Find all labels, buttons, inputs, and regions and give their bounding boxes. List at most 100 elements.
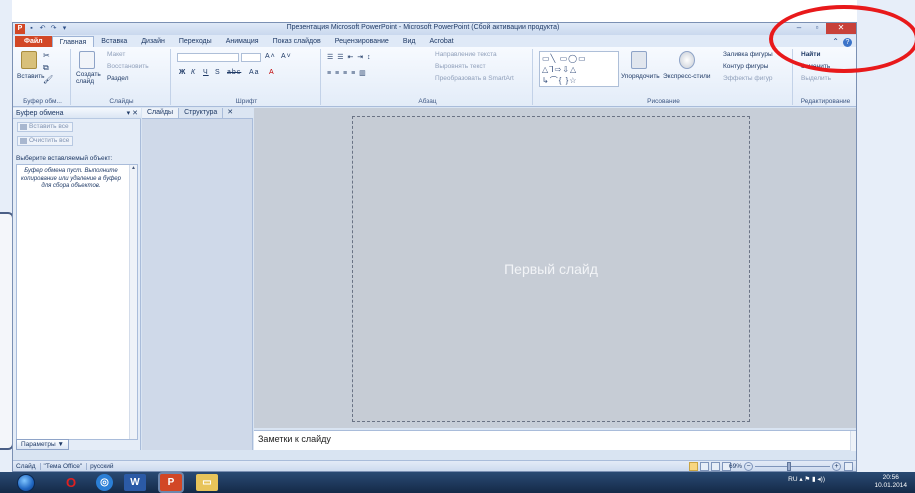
- status-slide: Слайд: [16, 463, 41, 470]
- shapes-gallery[interactable]: ▭╲ ▭◯▭ △⅂⇨⇩△ ↳⌒{ }☆: [539, 51, 619, 87]
- tab-animations[interactable]: Анимация: [219, 36, 266, 47]
- zoom-out-button[interactable]: −: [744, 462, 753, 471]
- powerpoint-app-icon[interactable]: P: [15, 24, 25, 34]
- font-size-down-button[interactable]: A˅: [281, 53, 292, 60]
- copy-icon[interactable]: ⧉: [43, 63, 49, 73]
- clipboard-scrollbar[interactable]: ▲: [129, 165, 137, 439]
- tab-insert[interactable]: Вставка: [94, 36, 134, 47]
- clear-all-button[interactable]: Очистить все: [17, 136, 74, 146]
- arrange-button[interactable]: Упорядочить: [621, 73, 660, 80]
- bullets-icon[interactable]: ☰ ☰ ⇤ ⇥ ↕: [327, 53, 372, 61]
- status-bar: Слайд "Тема Office" русский 69% − +: [13, 460, 856, 471]
- text-direction-button[interactable]: Направление текста: [435, 51, 497, 58]
- start-button[interactable]: [17, 474, 35, 492]
- paste-icon[interactable]: [21, 51, 37, 69]
- group-drawing: ▭╲ ▭◯▭ △⅂⇨⇩△ ↳⌒{ }☆ Упорядочить Экспресс-с…: [535, 49, 793, 105]
- paste-all-button[interactable]: Вставить все: [17, 122, 73, 132]
- clock[interactable]: 20:56 10.01.2014: [874, 474, 907, 490]
- tab-outline[interactable]: Структура: [179, 108, 224, 118]
- title-bar: P ▪ ↶ ↷ ▾ Презентация Microsoft PowerPoi…: [13, 23, 856, 35]
- shape-outline-button[interactable]: Контур фигуры: [723, 63, 768, 70]
- fit-slide-button[interactable]: [844, 462, 853, 471]
- font-size-up-button[interactable]: A˄: [265, 53, 276, 60]
- tab-design[interactable]: Дизайн: [134, 36, 172, 47]
- layout-button[interactable]: Макет: [107, 51, 125, 58]
- clear-all-label: Очистить все: [29, 137, 70, 144]
- bold-button[interactable]: Ж: [179, 69, 186, 76]
- slide-title-text[interactable]: Первый слайд: [353, 261, 749, 277]
- shape-fill-button[interactable]: Заливка фигуры: [723, 51, 773, 58]
- cut-icon[interactable]: ✂: [43, 51, 50, 60]
- system-tray: RU ▴ ⚑ ▮ ◂)): [788, 476, 825, 483]
- shape-effects-button[interactable]: Эффекты фигур: [723, 75, 773, 82]
- group-clipboard-label[interactable]: Буфер обм...: [15, 98, 70, 105]
- reading-view-button[interactable]: [711, 462, 720, 471]
- align-icons[interactable]: ≡ ≡ ≡ ≡ ▥: [327, 69, 367, 77]
- save-icon[interactable]: ▪: [27, 24, 36, 33]
- status-theme[interactable]: "Тема Office": [43, 463, 88, 470]
- powerpoint-taskbar-icon[interactable]: P: [160, 474, 182, 491]
- slide-canvas[interactable]: Первый слайд: [352, 116, 750, 422]
- font-name-combo[interactable]: [177, 53, 239, 62]
- quick-access-toolbar: ▪ ↶ ↷ ▾: [27, 24, 69, 34]
- format-painter-icon[interactable]: 🖌: [43, 75, 53, 84]
- opera-icon[interactable]: O: [60, 474, 82, 491]
- tab-acrobat[interactable]: Acrobat: [423, 36, 461, 47]
- zoom-slider-thumb[interactable]: [787, 462, 791, 471]
- change-case-button[interactable]: Aa: [249, 69, 260, 76]
- redo-icon[interactable]: ↷: [49, 24, 58, 33]
- status-language[interactable]: русский: [90, 463, 117, 470]
- reset-button[interactable]: Восстановить: [107, 63, 149, 70]
- chrome-icon[interactable]: ◎: [96, 474, 113, 491]
- slides-pane: Слайды Структура ✕: [142, 108, 253, 450]
- powerpoint-window: P ▪ ↶ ↷ ▾ Презентация Microsoft PowerPoi…: [12, 22, 857, 472]
- new-slide-icon[interactable]: [79, 51, 95, 69]
- tab-review[interactable]: Рецензирование: [328, 36, 396, 47]
- tab-slides[interactable]: Слайды: [142, 108, 180, 118]
- notes-scrollbar[interactable]: [850, 431, 856, 451]
- notes-placeholder[interactable]: Заметки к слайду: [258, 434, 331, 444]
- section-button[interactable]: Раздел: [107, 75, 128, 82]
- align-text-button[interactable]: Выровнять текст: [435, 63, 486, 70]
- notes-pane[interactable]: Заметки к слайду: [254, 430, 856, 451]
- slide-sorter-button[interactable]: [700, 462, 709, 471]
- tab-view[interactable]: Вид: [396, 36, 423, 47]
- clipboard-items-list[interactable]: Буфер обмена пуст. Выполните копирование…: [16, 164, 138, 440]
- normal-view-button[interactable]: [689, 462, 698, 471]
- paste-all-icon: [20, 124, 27, 130]
- group-slides-label: Слайды: [109, 98, 134, 105]
- clipboard-pane-controls[interactable]: ▾ ✕: [127, 109, 138, 117]
- select-button[interactable]: Выделить: [801, 75, 831, 82]
- italic-button[interactable]: К: [191, 69, 196, 76]
- tab-home[interactable]: Главная: [51, 36, 95, 47]
- convert-smartart-button[interactable]: Преобразовать в SmartArt: [435, 75, 514, 82]
- quick-styles-icon[interactable]: [679, 51, 695, 69]
- font-size-combo[interactable]: [241, 53, 261, 62]
- new-slide-button[interactable]: Создать слайд: [76, 71, 104, 85]
- undo-icon[interactable]: ↶: [38, 24, 47, 33]
- keyboard-language[interactable]: RU: [788, 476, 797, 483]
- paste-button[interactable]: Вставить: [17, 73, 45, 80]
- arrange-icon[interactable]: [631, 51, 647, 69]
- customize-qat-icon[interactable]: ▾: [60, 24, 69, 33]
- zoom-level[interactable]: 69%: [729, 463, 742, 470]
- desktop-right: [857, 0, 915, 493]
- tab-file[interactable]: Файл: [15, 36, 52, 47]
- tab-transitions[interactable]: Переходы: [172, 36, 219, 47]
- underline-button[interactable]: Ч: [203, 69, 209, 76]
- close-pane-icon[interactable]: ✕: [223, 108, 237, 118]
- strikethrough-button[interactable]: abc: [227, 69, 241, 76]
- clock-time: 20:56: [882, 474, 899, 481]
- group-slides: Создать слайд Макет Восстановить Раздел …: [73, 49, 171, 105]
- explorer-icon[interactable]: ▭: [196, 474, 218, 491]
- group-paragraph: ☰ ☰ ⇤ ⇥ ↕ ≡ ≡ ≡ ≡ ▥ Направление текста В…: [323, 49, 533, 105]
- shadow-button[interactable]: S: [215, 69, 221, 76]
- quick-styles-button[interactable]: Экспресс-стили: [663, 73, 711, 80]
- zoom-in-button[interactable]: +: [832, 462, 841, 471]
- word-icon[interactable]: W: [124, 474, 146, 491]
- clipboard-pane-header: Буфер обмена ▾ ✕: [13, 108, 141, 119]
- clipboard-options-button[interactable]: Параметры ▼: [16, 439, 69, 450]
- zoom-slider[interactable]: [755, 466, 830, 467]
- font-color-button[interactable]: A: [269, 69, 275, 76]
- tab-slideshow[interactable]: Показ слайдов: [266, 36, 328, 47]
